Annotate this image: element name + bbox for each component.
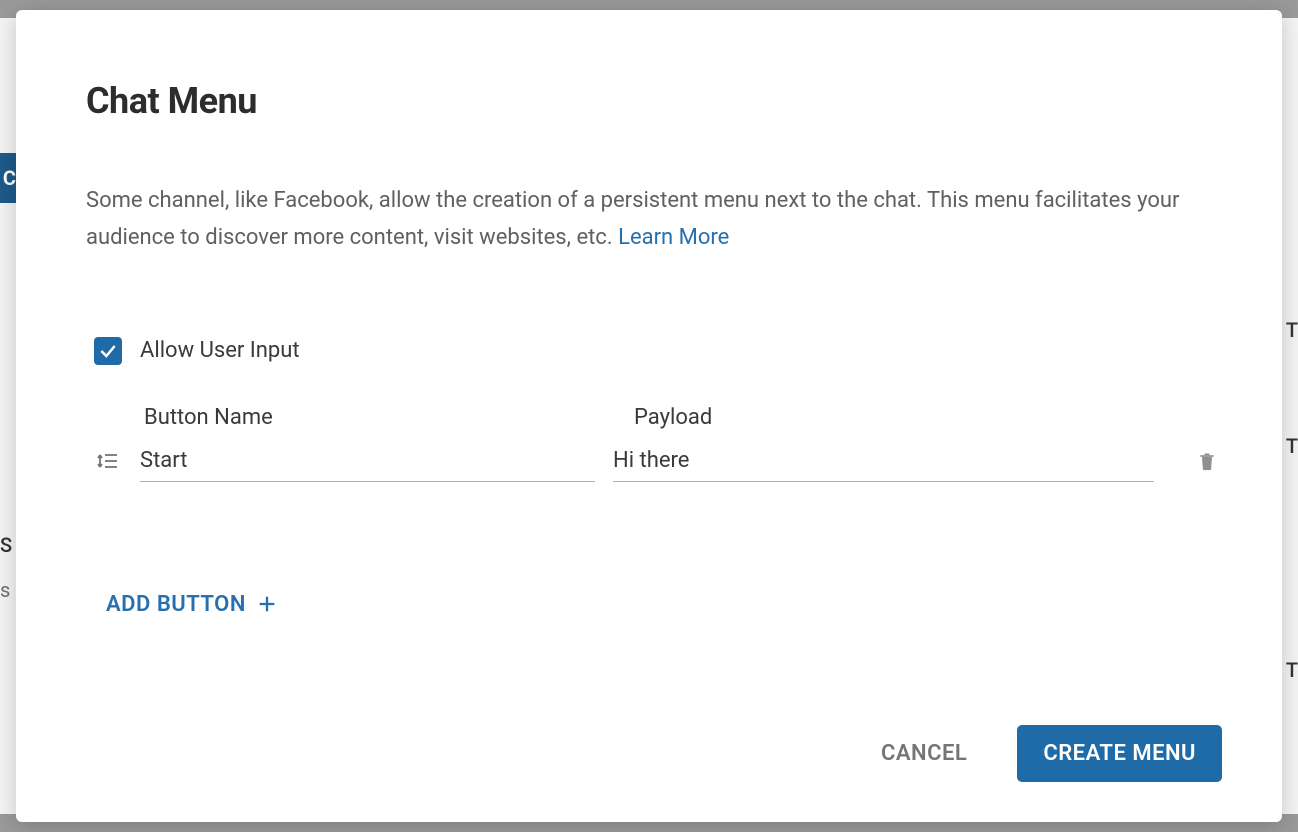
background-text-fragment: T: [1286, 434, 1298, 458]
plus-icon: [256, 593, 278, 615]
payload-input[interactable]: [613, 440, 1154, 482]
allow-user-input-row: Allow User Input: [94, 337, 1222, 365]
chat-menu-modal: Chat Menu Some channel, like Facebook, a…: [16, 10, 1282, 822]
button-name-input[interactable]: [140, 440, 595, 482]
cancel-button[interactable]: CANCEL: [881, 741, 967, 766]
background-text-fragment: T: [1286, 318, 1298, 342]
allow-user-input-checkbox[interactable]: [94, 337, 122, 365]
learn-more-link[interactable]: Learn More: [618, 225, 729, 250]
add-button[interactable]: ADD BUTTON: [106, 592, 278, 617]
delete-row-button[interactable]: [1192, 446, 1222, 476]
modal-actions: CANCEL CREATE MENU: [86, 685, 1222, 782]
add-button-label: ADD BUTTON: [106, 592, 246, 617]
background-active-tab: C: [0, 153, 16, 203]
background-text-fragment: S: [0, 533, 12, 557]
modal-title: Chat Menu: [86, 80, 1222, 122]
sort-icon: [96, 449, 120, 473]
background-text-fragment: s: [0, 578, 10, 602]
fields-header-row: Button Name Payload: [144, 405, 1222, 430]
add-button-row: ADD BUTTON: [106, 592, 1222, 617]
modal-description: Some channel, like Facebook, allow the c…: [86, 182, 1222, 257]
trash-icon: [1197, 450, 1217, 472]
allow-user-input-label: Allow User Input: [140, 338, 300, 363]
payload-header: Payload: [634, 405, 1222, 430]
create-menu-button[interactable]: CREATE MENU: [1017, 725, 1222, 782]
button-name-header: Button Name: [144, 405, 604, 430]
background-text-fragment: T: [1286, 658, 1298, 682]
drag-handle[interactable]: [94, 447, 122, 475]
check-icon: [98, 341, 118, 361]
menu-item-row: [94, 440, 1222, 482]
